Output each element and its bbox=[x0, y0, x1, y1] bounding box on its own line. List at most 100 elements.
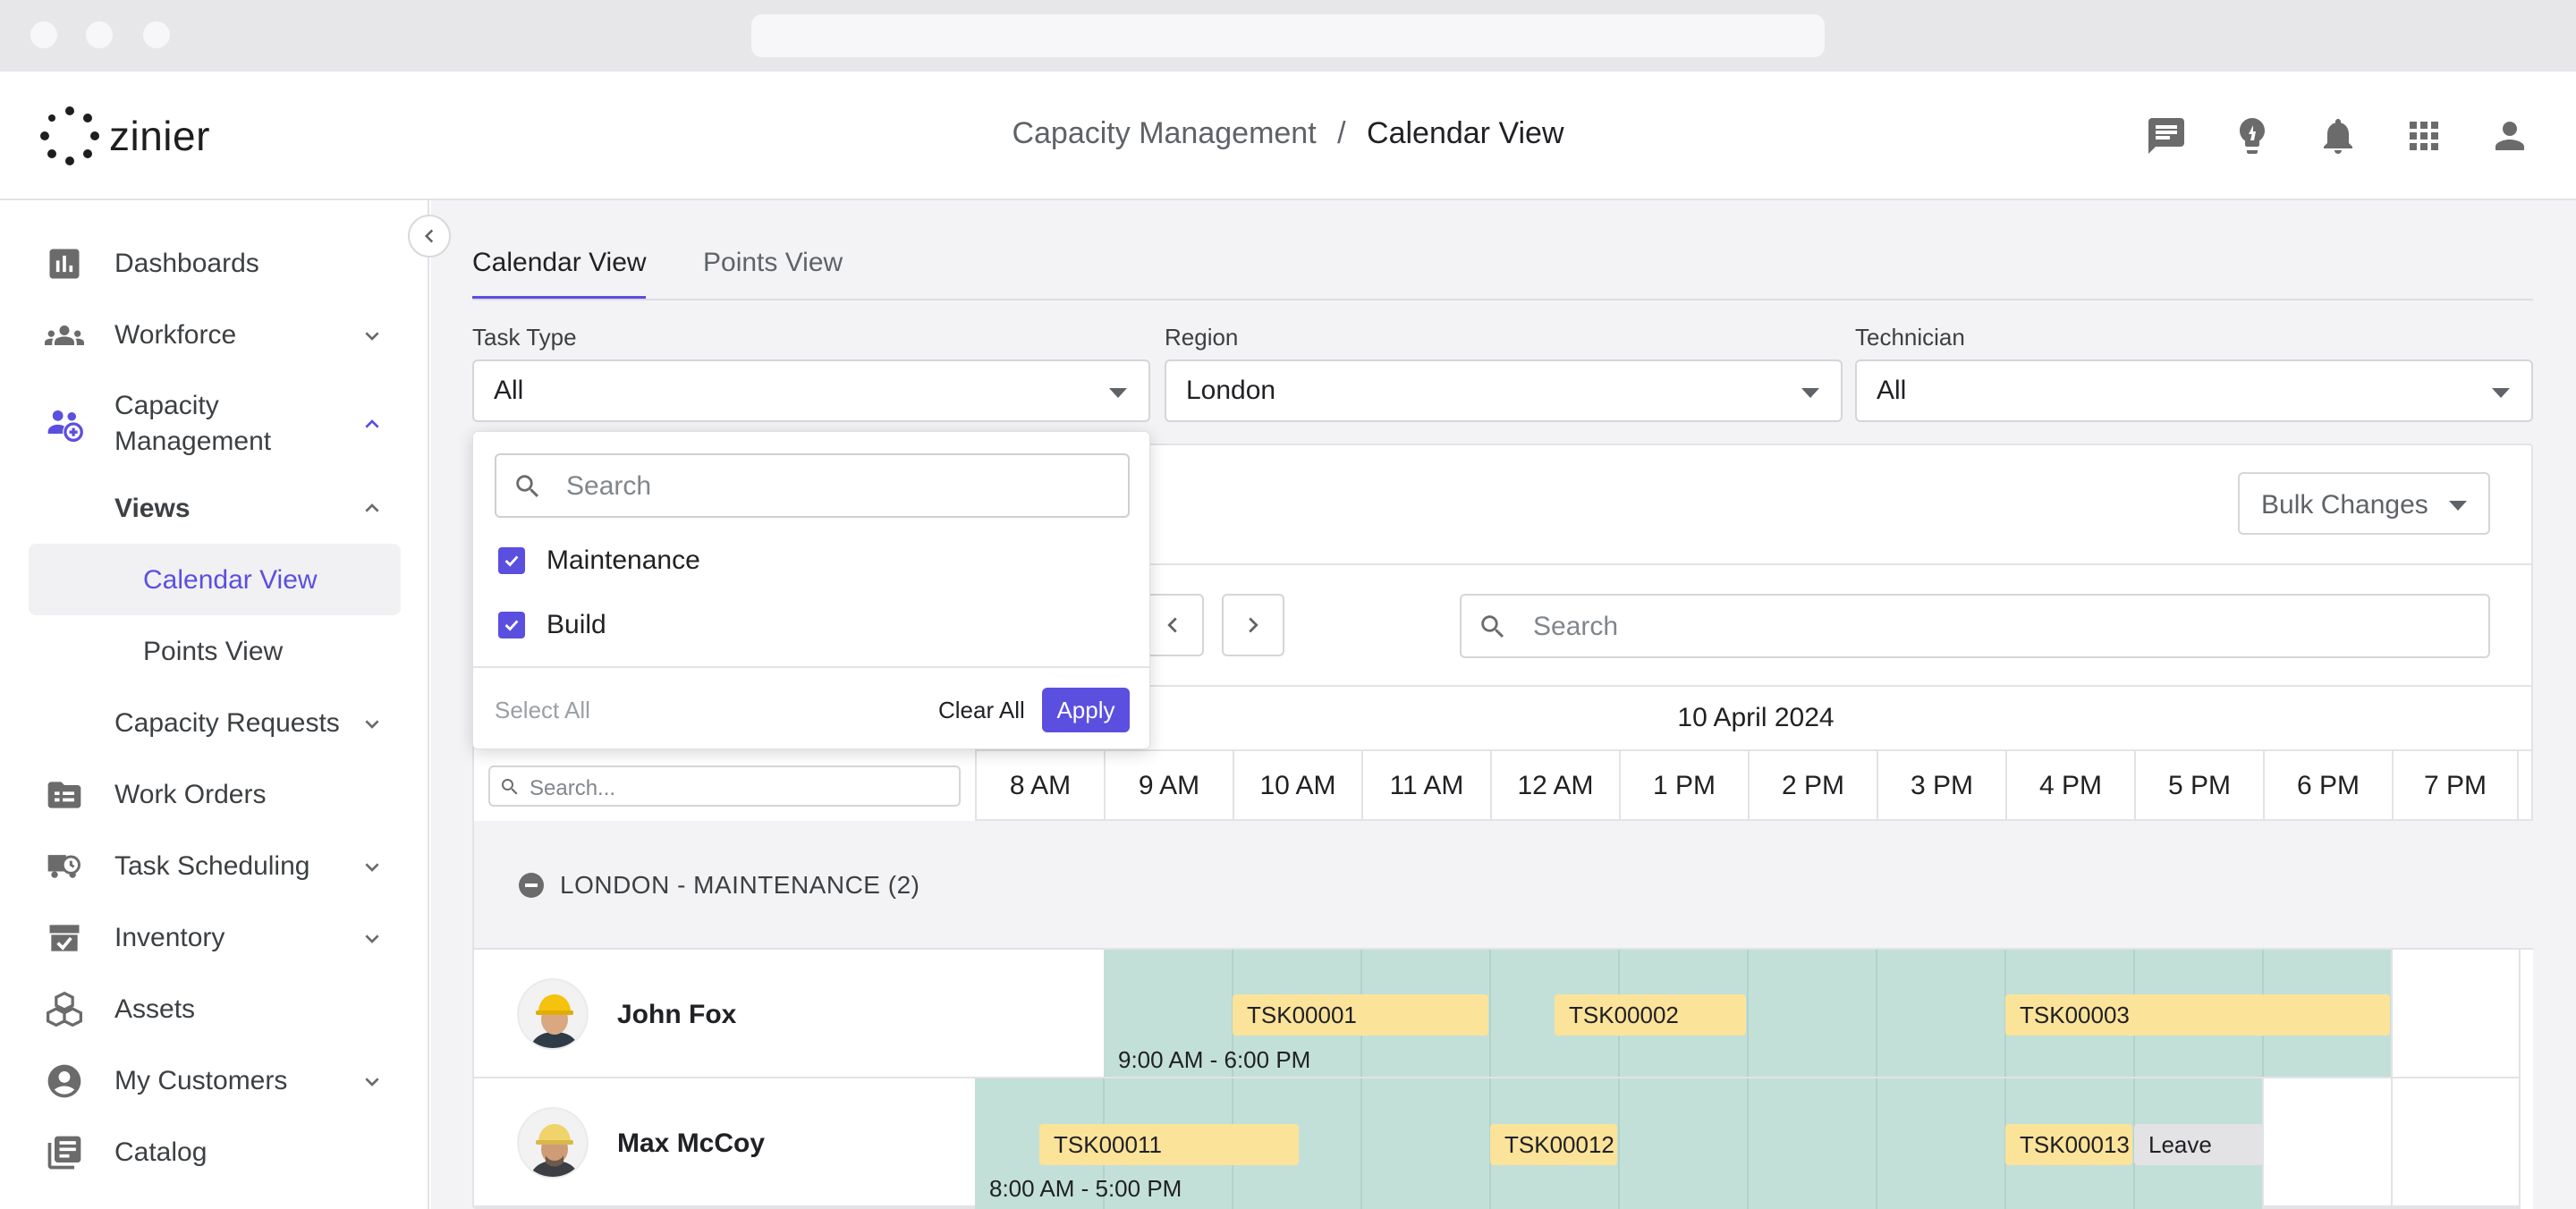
active-tab-indicator bbox=[472, 296, 646, 299]
hour-gridline bbox=[2391, 950, 2393, 1077]
hours-header: 8 AM 9 AM 10 AM 11 AM 12 AM 1 PM 2 PM 3 … bbox=[975, 749, 2533, 821]
hour-label: 10 AM bbox=[1233, 751, 1361, 821]
clear-all-button[interactable]: Clear All bbox=[938, 697, 1025, 724]
sidebar-item-label: Calendar View bbox=[143, 565, 318, 595]
apply-button[interactable]: Apply bbox=[1042, 688, 1130, 732]
chevron-up-icon bbox=[358, 410, 386, 439]
sidebar-item-label: Task Scheduling bbox=[114, 851, 310, 881]
task-block[interactable]: TSK00003 bbox=[2005, 994, 2390, 1036]
lightbulb-icon[interactable] bbox=[2231, 114, 2274, 157]
hour-label: 8 AM bbox=[975, 751, 1104, 821]
hour-label: 9 AM bbox=[1104, 751, 1233, 821]
task-block[interactable]: TSK00012 bbox=[1490, 1124, 1617, 1165]
grid-right-edge bbox=[2519, 950, 2533, 1209]
avatar[interactable] bbox=[517, 1107, 589, 1179]
sidebar-item-my-customers[interactable]: My Customers bbox=[0, 1048, 428, 1114]
address-bar[interactable] bbox=[751, 14, 1825, 57]
region-select[interactable]: London bbox=[1165, 359, 1843, 422]
caret-down-icon bbox=[1109, 388, 1127, 398]
window-minimize-dot[interactable] bbox=[86, 21, 113, 48]
sidebar-item-inventory[interactable]: Inventory bbox=[0, 905, 428, 971]
hour-gridline bbox=[1876, 950, 1877, 1077]
caret-down-icon bbox=[2492, 388, 2510, 398]
collapse-group-icon[interactable] bbox=[519, 873, 544, 898]
search-icon bbox=[1481, 615, 1504, 638]
region-label: Region bbox=[1165, 324, 1239, 351]
sidebar-item-points-view[interactable]: Points View bbox=[0, 619, 428, 685]
leave-block[interactable]: Leave bbox=[2134, 1124, 2263, 1165]
chat-icon[interactable] bbox=[2145, 114, 2188, 157]
sidebar-item-views[interactable]: Views bbox=[0, 476, 428, 542]
task-type-label: Task Type bbox=[472, 324, 577, 351]
apps-grid-icon[interactable] bbox=[2402, 114, 2445, 157]
sidebar: Dashboards Workforce Capacity Management… bbox=[0, 200, 429, 1209]
dropdown-divider bbox=[473, 666, 1149, 668]
task-block[interactable]: TSK00011 bbox=[1039, 1124, 1299, 1165]
bulk-changes-label: Bulk Changes bbox=[2261, 490, 2428, 520]
technician-search-input[interactable]: Search... bbox=[488, 765, 961, 807]
tab-points-view[interactable]: Points View bbox=[703, 245, 843, 281]
avatar[interactable] bbox=[517, 978, 589, 1050]
shift-time-label: 9:00 AM - 6:00 PM bbox=[1118, 1046, 1311, 1073]
chevron-down-icon bbox=[358, 852, 386, 881]
option-label: Maintenance bbox=[547, 545, 700, 575]
sidebar-item-catalog[interactable]: Catalog bbox=[0, 1120, 428, 1186]
caret-down-icon bbox=[1801, 388, 1819, 398]
chevron-up-icon bbox=[358, 495, 386, 523]
sidebar-item-capacity-requests[interactable]: Capacity Requests bbox=[0, 690, 428, 757]
breadcrumb-separator: / bbox=[1337, 116, 1346, 150]
user-icon[interactable] bbox=[2488, 114, 2531, 157]
dropdown-search-input[interactable]: Search bbox=[495, 453, 1130, 518]
tab-calendar-view[interactable]: Calendar View bbox=[472, 245, 647, 281]
task-block[interactable]: TSK00013 bbox=[2005, 1124, 2132, 1165]
search-icon bbox=[516, 475, 539, 498]
checkbox-checked-icon[interactable] bbox=[498, 547, 525, 574]
browser-chrome bbox=[0, 0, 2576, 72]
sidebar-item-task-scheduling[interactable]: Task Scheduling bbox=[0, 833, 428, 900]
hour-label: 4 PM bbox=[2005, 751, 2134, 821]
bell-icon[interactable] bbox=[2317, 114, 2360, 157]
search-placeholder: Search... bbox=[530, 776, 616, 800]
sidebar-item-label: Work Orders bbox=[114, 780, 267, 809]
select-all-button[interactable]: Select All bbox=[495, 697, 590, 724]
hour-gridline bbox=[1876, 1078, 1877, 1209]
tabs-divider bbox=[472, 299, 2533, 300]
window-close-dot[interactable] bbox=[30, 21, 57, 48]
hour-gridline bbox=[1360, 1078, 1362, 1209]
prev-day-button[interactable] bbox=[1141, 594, 1204, 656]
option-maintenance[interactable]: Maintenance bbox=[498, 543, 700, 579]
hour-gridline bbox=[1747, 1078, 1749, 1209]
chevron-down-icon bbox=[358, 321, 386, 350]
sidebar-item-work-orders[interactable]: Work Orders bbox=[0, 762, 428, 828]
chevron-down-icon bbox=[358, 1067, 386, 1095]
calendar-search-input[interactable]: Search bbox=[1460, 594, 2490, 658]
folder-icon bbox=[45, 775, 84, 815]
bulk-changes-button[interactable]: Bulk Changes bbox=[2238, 472, 2490, 535]
task-type-select[interactable]: All bbox=[472, 359, 1150, 422]
sidebar-item-workforce[interactable]: Workforce bbox=[0, 302, 428, 368]
breadcrumb-parent[interactable]: Capacity Management bbox=[1012, 116, 1316, 150]
book-icon bbox=[45, 1133, 84, 1172]
next-day-button[interactable] bbox=[1222, 594, 1284, 656]
hour-label: 6 PM bbox=[2263, 751, 2392, 821]
sidebar-item-assets[interactable]: Assets bbox=[0, 976, 428, 1043]
checkbox-checked-icon[interactable] bbox=[498, 612, 525, 638]
hour-label: 12 AM bbox=[1490, 751, 1619, 821]
task-block[interactable]: TSK00001 bbox=[1233, 994, 1488, 1036]
sidebar-collapse-button[interactable] bbox=[408, 215, 451, 258]
window-maximize-dot[interactable] bbox=[143, 21, 170, 48]
chevron-left-icon bbox=[1167, 617, 1177, 633]
technician-select[interactable]: All bbox=[1855, 359, 2533, 422]
sidebar-item-label: Points View bbox=[143, 637, 284, 666]
caret-down-icon bbox=[2449, 501, 2467, 511]
cubes-icon bbox=[45, 990, 84, 1029]
sidebar-item-dashboards[interactable]: Dashboards bbox=[0, 231, 428, 297]
search-placeholder: Search bbox=[1533, 612, 1619, 641]
option-build[interactable]: Build bbox=[498, 607, 606, 643]
bar-chart-icon bbox=[45, 244, 84, 283]
hour-gridline bbox=[2391, 1078, 2393, 1209]
sidebar-item-calendar-view[interactable]: Calendar View bbox=[0, 547, 428, 613]
sidebar-item-capacity-management[interactable]: Capacity Management bbox=[0, 385, 428, 465]
chevron-down-icon bbox=[358, 709, 386, 738]
task-block[interactable]: TSK00002 bbox=[1555, 994, 1746, 1036]
